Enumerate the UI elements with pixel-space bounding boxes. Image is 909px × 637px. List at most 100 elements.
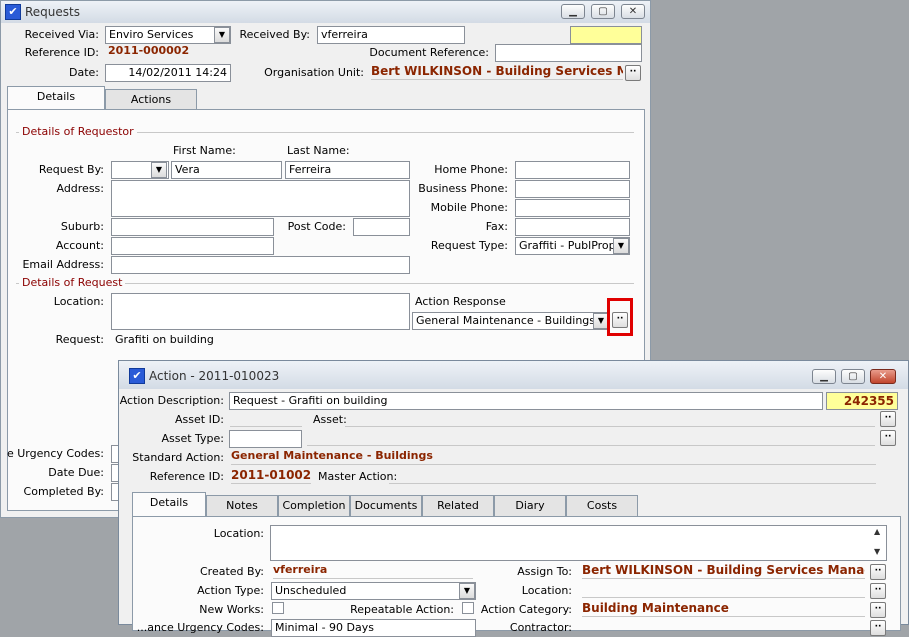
tab-actions[interactable]: Actions [105, 89, 197, 111]
mobile-phone-input[interactable] [515, 199, 630, 217]
fax-label: Fax: [485, 220, 508, 233]
suburb-input[interactable] [111, 218, 274, 236]
post-code-input[interactable] [353, 218, 410, 236]
org-unit-lookup-button[interactable]: ·· [625, 65, 641, 81]
email-label: Email Address: [22, 258, 104, 271]
tab-documents[interactable]: Documents [350, 495, 422, 517]
action-type-select[interactable]: Unscheduled [271, 582, 476, 600]
close-button[interactable]: ✕ [621, 4, 645, 19]
location-label: Location: [213, 527, 264, 540]
address-label: Address: [56, 182, 104, 195]
received-by-label: Received By: [239, 28, 310, 41]
app-check-icon: ✔ [5, 4, 21, 20]
close-button[interactable]: ✕ [870, 369, 896, 384]
account-label: Account: [55, 239, 104, 252]
first-name-input[interactable]: Vera [171, 161, 282, 179]
chevron-down-icon[interactable]: ▼ [151, 162, 167, 178]
asset-type-lookup-button[interactable]: ·· [880, 430, 896, 446]
org-unit-value: Bert WILKINSON - Building Services Manag… [371, 64, 623, 80]
last-name-input[interactable]: Ferreira [285, 161, 410, 179]
repeatable-action-label: Repeatable Action: [350, 603, 454, 616]
action-titlebar[interactable]: ✔ Action - 2011-010023 ▁ ▢ ✕ [119, 361, 908, 389]
tab-completion[interactable]: Completion [278, 495, 350, 517]
action-response-lookup-button[interactable]: ·· [612, 312, 628, 328]
app-check-icon: ✔ [129, 368, 145, 384]
completed-by-label: Completed By: [23, 485, 104, 498]
master-action-value [389, 468, 876, 484]
minimize-button[interactable]: ▁ [561, 4, 585, 19]
request-by-label: Request By: [38, 163, 104, 176]
action-category-value: Building Maintenance [582, 601, 865, 617]
asset-label: Asset: [313, 413, 347, 426]
new-works-checkbox[interactable] [272, 602, 284, 614]
standard-action-label: Standard Action: [132, 451, 224, 464]
action-title: Action - 2011-010023 [149, 369, 280, 383]
scroll-up-icon[interactable]: ▲ [874, 527, 880, 536]
address-input[interactable] [111, 180, 410, 217]
requests-titlebar[interactable]: ✔ Requests ▁ ▢ ✕ [1, 1, 650, 23]
action-category-label: Action Category: [480, 603, 572, 616]
action-response-select[interactable]: General Maintenance - Buildings [412, 312, 610, 330]
received-via-label: Received Via: [24, 28, 99, 41]
standard-action-value: General Maintenance - Buildings [231, 449, 876, 465]
business-phone-input[interactable] [515, 180, 630, 198]
suburb-label: Suburb: [60, 220, 104, 233]
chevron-down-icon[interactable]: ▼ [214, 27, 230, 43]
urgency-codes-select[interactable]: Minimal - 90 Days [271, 619, 476, 637]
org-unit-label: Organisation Unit: [264, 66, 364, 79]
location-label: Location: [53, 295, 104, 308]
home-phone-input[interactable] [515, 161, 630, 179]
business-phone-label: Business Phone: [418, 182, 508, 195]
scroll-down-icon[interactable]: ▼ [874, 547, 880, 556]
master-action-label: Master Action: [318, 470, 398, 483]
document-reference-input[interactable] [495, 44, 642, 62]
reference-id-value: 2011-010023 [231, 468, 311, 484]
reference-id-label: Reference ID: [149, 470, 224, 483]
tab-details[interactable]: Details [7, 86, 105, 110]
received-by-input[interactable]: vferreira [317, 26, 465, 44]
account-input[interactable] [111, 237, 274, 255]
minimize-button[interactable]: ▁ [812, 369, 836, 384]
chevron-down-icon[interactable]: ▼ [459, 583, 475, 599]
action-category-lookup-button[interactable]: ·· [870, 602, 886, 618]
location2-value [582, 582, 865, 598]
date-input[interactable]: 14/02/2011 14:24 [105, 64, 231, 82]
asset-type-label: Asset Type: [161, 432, 224, 445]
requestor-section-title: Details of Requestor [19, 125, 137, 138]
request-label: Request: [55, 333, 104, 346]
location-input[interactable] [111, 293, 410, 330]
maximize-button[interactable]: ▢ [591, 4, 615, 19]
assign-to-lookup-button[interactable]: ·· [870, 564, 886, 580]
created-by-value: vferreira [273, 563, 473, 579]
contractor-lookup-button[interactable]: ·· [870, 620, 886, 636]
request-type-label: Request Type: [430, 239, 508, 252]
received-via-select[interactable]: Enviro Services [105, 26, 231, 44]
new-works-label: New Works: [199, 603, 264, 616]
action-window: ✔ Action - 2011-010023 ▁ ▢ ✕ Action Desc… [118, 360, 909, 637]
date-label: Date: [69, 66, 99, 79]
asset-type-input[interactable] [229, 430, 302, 448]
action-response-label: Action Response [415, 295, 506, 308]
asset-id-label: Asset ID: [175, 413, 224, 426]
chevron-down-icon[interactable]: ▼ [613, 238, 629, 254]
asset-value [345, 411, 875, 427]
tab-related-items[interactable]: Related Items [422, 495, 494, 532]
repeatable-action-checkbox[interactable] [462, 602, 474, 614]
asset-type-value [307, 430, 875, 446]
asset-id-value [230, 411, 302, 427]
date-due-label: Date Due: [48, 466, 104, 479]
maximize-button[interactable]: ▢ [841, 369, 865, 384]
assign-to-value: Bert WILKINSON - Building Services Manag… [582, 563, 865, 579]
tab-notes[interactable]: Notes [206, 495, 278, 517]
action-description-input[interactable]: Request - Grafiti on building [229, 392, 823, 410]
tab-costs[interactable]: Costs [566, 495, 638, 517]
reference-id-value: 2011-000002 [108, 44, 190, 57]
email-input[interactable] [111, 256, 410, 274]
action-type-label: Action Type: [197, 584, 264, 597]
tab-diary[interactable]: Diary [494, 495, 566, 517]
asset-lookup-button[interactable]: ·· [880, 411, 896, 427]
location2-lookup-button[interactable]: ·· [870, 583, 886, 599]
fax-input[interactable] [515, 218, 630, 236]
tab-details[interactable]: Details [132, 492, 206, 516]
location-textarea[interactable] [270, 525, 887, 561]
